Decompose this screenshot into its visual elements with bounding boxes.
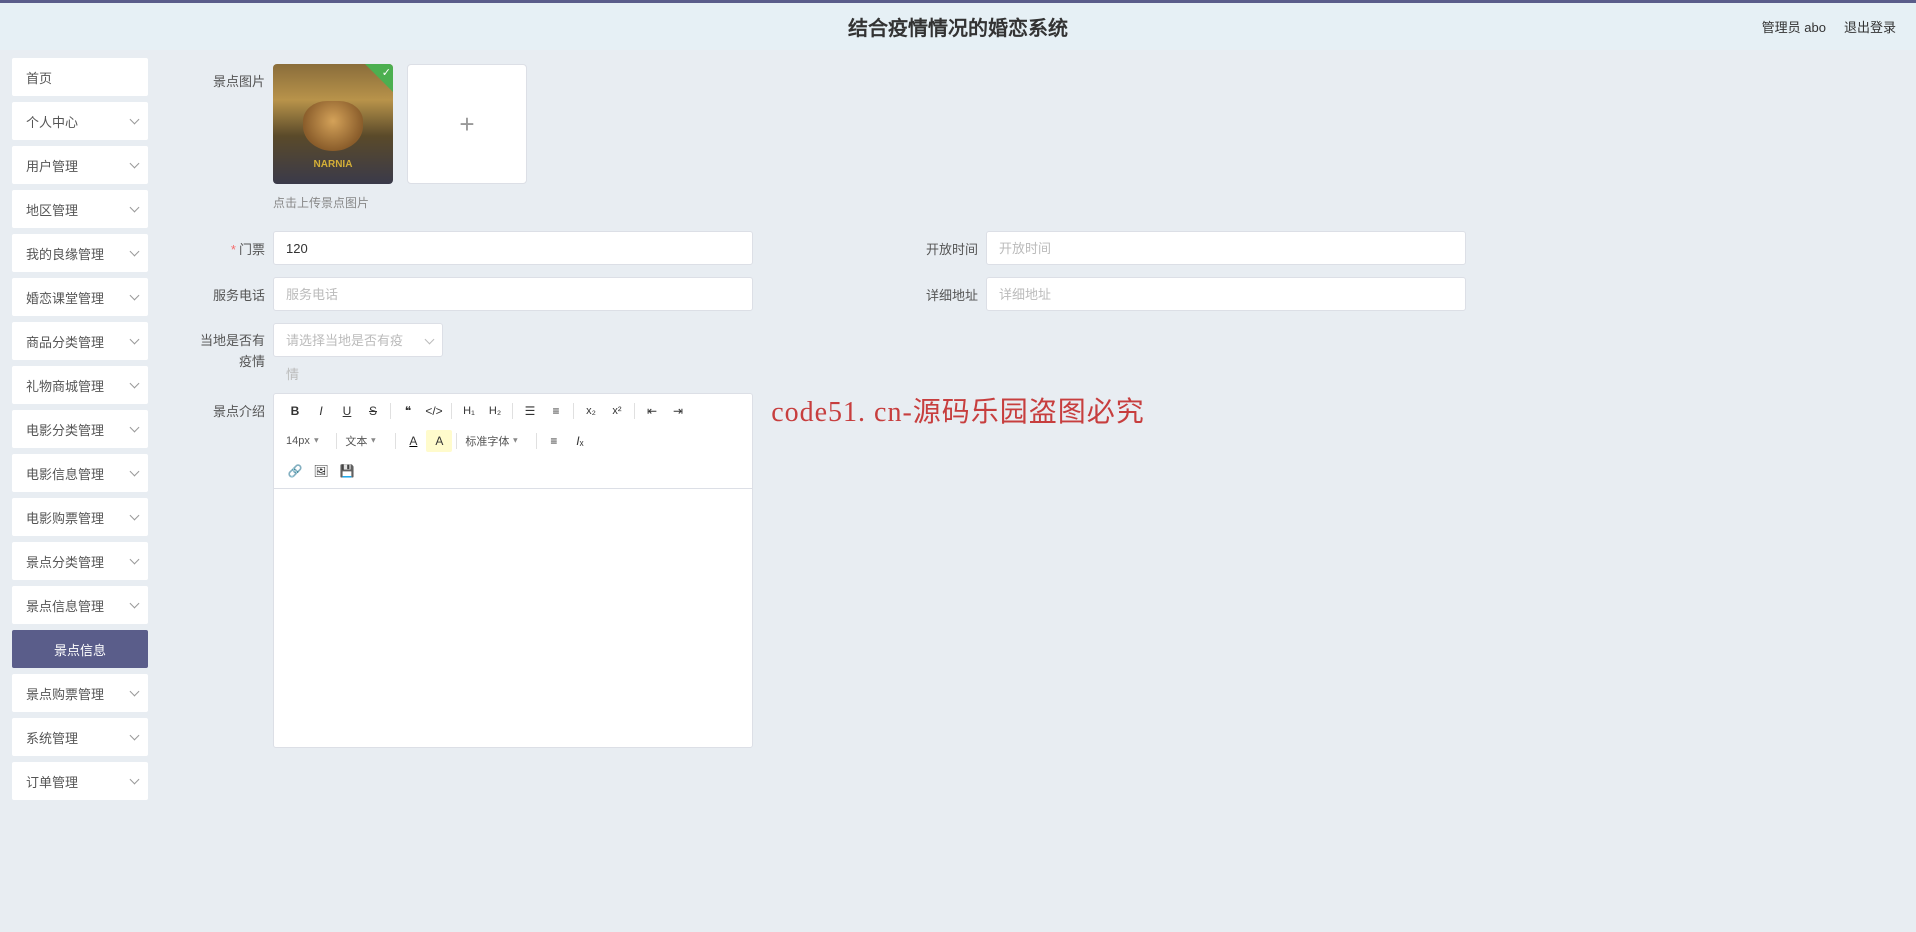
- sidebar-item-16[interactable]: 订单管理: [12, 762, 148, 800]
- quote-icon[interactable]: ❝: [395, 400, 421, 422]
- covid-select[interactable]: 请选择当地是否有疫情: [273, 323, 443, 357]
- sidebar-item-7[interactable]: 礼物商城管理: [12, 366, 148, 404]
- sidebar-item-4[interactable]: 我的良缘管理: [12, 234, 148, 272]
- logout-link[interactable]: 退出登录: [1844, 17, 1896, 36]
- sidebar-item-13[interactable]: 景点信息: [12, 630, 148, 668]
- indent-right-icon[interactable]: ⇥: [665, 400, 691, 422]
- sidebar: 首页个人中心用户管理地区管理我的良缘管理婚恋课堂管理商品分类管理礼物商城管理电影…: [0, 50, 160, 932]
- font-family-select[interactable]: 标准字体: [461, 431, 532, 451]
- page-title: 结合疫情情况的婚恋系统: [848, 12, 1068, 41]
- sidebar-item-14[interactable]: 景点购票管理: [12, 674, 148, 712]
- open-time-input[interactable]: [986, 231, 1466, 265]
- text-menu-select[interactable]: 文本: [341, 431, 391, 451]
- ticket-input[interactable]: [273, 231, 753, 265]
- sidebar-item-1[interactable]: 个人中心: [12, 102, 148, 140]
- uploaded-thumbnail[interactable]: NARNIA: [273, 64, 393, 184]
- bold-icon[interactable]: B: [282, 400, 308, 422]
- underline-icon[interactable]: U: [334, 400, 360, 422]
- user-label[interactable]: 管理员 abo: [1762, 17, 1826, 36]
- sidebar-item-11[interactable]: 景点分类管理: [12, 542, 148, 580]
- header: 结合疫情情况的婚恋系统 管理员 abo 退出登录: [0, 0, 1916, 50]
- unordered-list-icon[interactable]: ≡: [543, 400, 569, 422]
- upload-add-button[interactable]: +: [407, 64, 527, 184]
- sidebar-item-10[interactable]: 电影购票管理: [12, 498, 148, 536]
- sidebar-item-5[interactable]: 婚恋课堂管理: [12, 278, 148, 316]
- sidebar-item-3[interactable]: 地区管理: [12, 190, 148, 228]
- sidebar-item-6[interactable]: 商品分类管理: [12, 322, 148, 360]
- code-icon[interactable]: </>: [421, 400, 447, 422]
- ticket-label: *门票: [190, 231, 265, 258]
- upload-hint: 点击上传景点图片: [273, 194, 527, 211]
- italic-icon[interactable]: I: [308, 400, 334, 422]
- link-icon[interactable]: 🔗: [282, 460, 308, 482]
- intro-label: 景点介绍: [190, 393, 265, 420]
- image-label: 景点图片: [190, 64, 265, 93]
- check-icon: [365, 64, 393, 92]
- h1-icon[interactable]: H₁: [456, 400, 482, 422]
- font-color-icon[interactable]: A: [400, 430, 426, 452]
- sidebar-item-15[interactable]: 系统管理: [12, 718, 148, 756]
- phone-label: 服务电话: [190, 277, 265, 304]
- superscript-icon[interactable]: x²: [604, 400, 630, 422]
- phone-input[interactable]: [273, 277, 753, 311]
- sidebar-item-0[interactable]: 首页: [12, 58, 148, 96]
- image-icon[interactable]: 🖼: [308, 460, 334, 482]
- image-upload-group: 景点图片 NARNIA + 点击上传景点图片: [190, 64, 1886, 231]
- strike-icon[interactable]: S: [360, 400, 386, 422]
- sidebar-item-8[interactable]: 电影分类管理: [12, 410, 148, 448]
- indent-left-icon[interactable]: ⇤: [639, 400, 665, 422]
- sidebar-item-2[interactable]: 用户管理: [12, 146, 148, 184]
- align-icon[interactable]: ≡: [541, 430, 567, 452]
- bg-color-icon[interactable]: A: [426, 430, 452, 452]
- subscript-icon[interactable]: x₂: [578, 400, 604, 422]
- sidebar-item-9[interactable]: 电影信息管理: [12, 454, 148, 492]
- clear-format-icon[interactable]: Iₓ: [567, 430, 593, 452]
- open-time-label: 开放时间: [903, 231, 978, 258]
- main-content: 景点图片 NARNIA + 点击上传景点图片: [160, 50, 1916, 932]
- address-label: 详细地址: [903, 277, 978, 304]
- h2-icon[interactable]: H₂: [482, 400, 508, 422]
- editor-body[interactable]: [273, 488, 753, 748]
- plus-icon: +: [459, 109, 474, 140]
- rich-text-editor: B I U S ❝ </> H₁ H₂ ☰ ≡ x₂: [273, 393, 753, 748]
- header-right: 管理员 abo 退出登录: [1762, 17, 1896, 36]
- ordered-list-icon[interactable]: ☰: [517, 400, 543, 422]
- save-icon[interactable]: 💾: [334, 460, 360, 482]
- font-size-select[interactable]: 14px: [282, 431, 332, 451]
- covid-label: 当地是否有疫情: [190, 323, 265, 373]
- sidebar-item-12[interactable]: 景点信息管理: [12, 586, 148, 624]
- editor-toolbar: B I U S ❝ </> H₁ H₂ ☰ ≡ x₂: [273, 393, 753, 488]
- address-input[interactable]: [986, 277, 1466, 311]
